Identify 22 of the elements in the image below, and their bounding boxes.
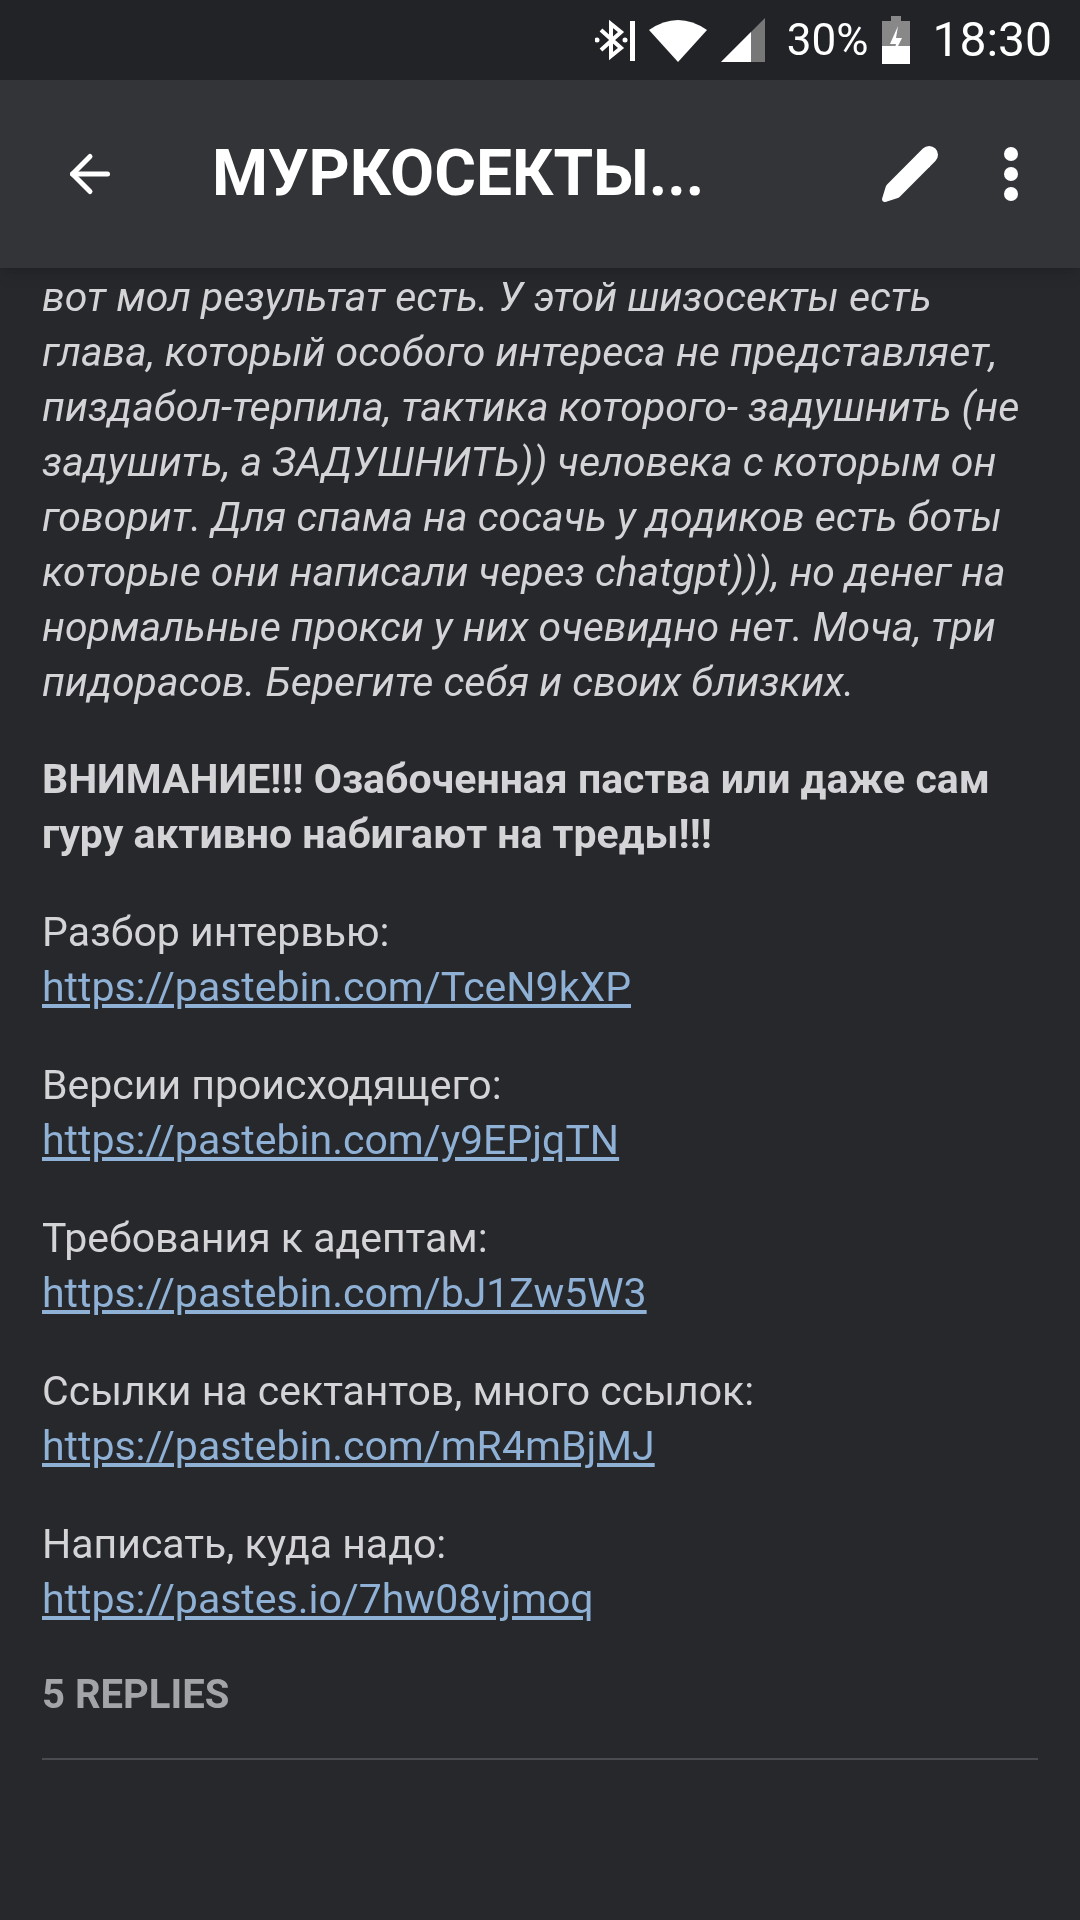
pastebin-link[interactable]: https://pastebin.com/mR4mBjMJ <box>42 1419 655 1474</box>
link-label: Написать, куда надо: <box>42 1519 447 1570</box>
bluetooth-icon <box>594 18 635 62</box>
window-title: МУРКОСЕКТЫ... <box>212 135 705 213</box>
battery-percent: 30% <box>786 13 869 68</box>
signal-icon <box>720 18 765 62</box>
pastebin-link[interactable]: https://pastebin.com/bJ1Zw5W3 <box>42 1266 647 1321</box>
pastebin-link[interactable]: https://pastes.io/7hw08vjmoq <box>42 1572 594 1627</box>
more-options-icon <box>1002 146 1020 202</box>
clock: 18:30 <box>932 10 1052 70</box>
post-paragraph: вот мол результат есть. У этой шизосекты есть глава, который особого интереса не представляет, пиздабол-терпила, тактика которого- задушнить (не задушить, а ЗАДУШНИТЬ)) человека с которым он говорит. Для спама на сосачь у додиков есть боты которые они написали через chatgpt))), но денег на нормальные прокси у них очевидно нет. Моча, три пидорасов. Берегите себя и своих близких. <box>42 272 1021 708</box>
link-label: Версии происходящего: <box>42 1060 502 1111</box>
pastebin-link[interactable]: https://pastebin.com/TceN9kXP <box>42 960 631 1015</box>
more-options-button[interactable] <box>1002 146 1020 202</box>
battery-charging-icon <box>882 16 911 64</box>
pastebin-link[interactable]: https://pastebin.com/y9EPjqTN <box>42 1113 620 1168</box>
wifi-icon <box>648 18 707 62</box>
link-label: Разбор интервью: <box>42 907 390 958</box>
replies-count[interactable]: 5 REPLIES <box>42 1671 230 1718</box>
warning-text: ВНИМАНИЕ!!! Озабоченная паства или даже сам гуру активно набигают на треды!!! <box>42 754 991 860</box>
link-label: Требования к адептам: <box>42 1213 488 1264</box>
link-label: Ссылки на сектантов, много ссылок: <box>42 1366 755 1417</box>
